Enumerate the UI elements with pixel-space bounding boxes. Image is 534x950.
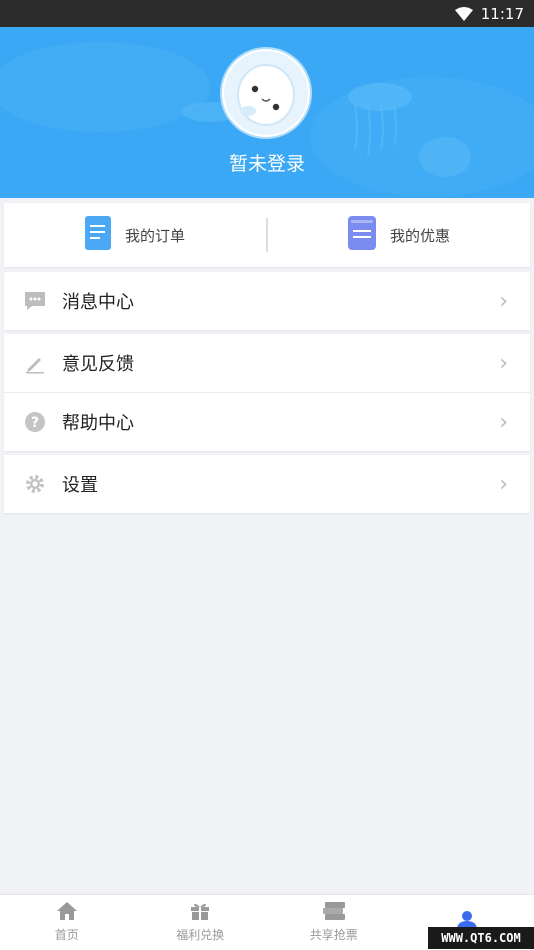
menu-item-label: 帮助中心: [62, 409, 499, 435]
menu-item-label: 设置: [62, 471, 499, 497]
gear-icon: [24, 473, 46, 495]
nav-tickets[interactable]: 共享抢票: [267, 895, 401, 950]
menu-group-settings: 设置 ›: [4, 455, 530, 513]
menu-item-settings[interactable]: 设置 ›: [4, 455, 530, 513]
status-bar: 11:17: [0, 0, 534, 27]
message-icon: [24, 290, 46, 312]
watermark: WWW.QT6.COM: [428, 927, 534, 949]
my-coupons-button[interactable]: 我的优惠: [268, 203, 530, 267]
clock-time: 11:17: [481, 5, 524, 23]
chevron-right-icon: ›: [499, 351, 508, 376]
nav-home-label: 首页: [55, 926, 79, 943]
nav-tickets-label: 共享抢票: [310, 926, 358, 943]
my-orders-label: 我的订单: [125, 225, 185, 246]
menu-group-support: 意见反馈 › ? 帮助中心 ›: [4, 334, 530, 451]
profile-header: 暂未登录: [0, 27, 534, 198]
chevron-right-icon: ›: [499, 472, 508, 497]
order-icon: [85, 216, 111, 254]
nav-home[interactable]: 首页: [0, 895, 134, 950]
nav-rewards[interactable]: 福利兑换: [134, 895, 268, 950]
chevron-right-icon: ›: [499, 410, 508, 435]
menu-item-feedback[interactable]: 意见反馈 ›: [4, 334, 530, 392]
svg-text:?: ?: [31, 415, 39, 431]
nav-rewards-label: 福利兑换: [176, 926, 224, 943]
my-coupons-label: 我的优惠: [390, 225, 450, 246]
wifi-icon: [455, 7, 473, 21]
help-icon: ?: [24, 411, 46, 433]
menu-item-label: 意见反馈: [62, 350, 499, 376]
chevron-right-icon: ›: [499, 289, 508, 314]
login-status-text[interactable]: 暂未登录: [0, 149, 534, 176]
quick-links: 我的订单 我的优惠: [4, 203, 530, 267]
home-icon: [57, 902, 77, 923]
menu-item-messages[interactable]: 消息中心 ›: [4, 272, 530, 330]
coupon-icon: [348, 216, 376, 254]
ticket-icon: [322, 902, 346, 923]
mascot-avatar-icon: [222, 49, 310, 137]
edit-icon: [24, 352, 46, 374]
menu-item-label: 消息中心: [62, 288, 499, 314]
my-orders-button[interactable]: 我的订单: [4, 203, 266, 267]
gift-icon: [190, 902, 210, 923]
menu-item-help[interactable]: ? 帮助中心 ›: [4, 393, 530, 451]
menu-group-messages: 消息中心 ›: [4, 272, 530, 330]
avatar[interactable]: [222, 49, 310, 137]
